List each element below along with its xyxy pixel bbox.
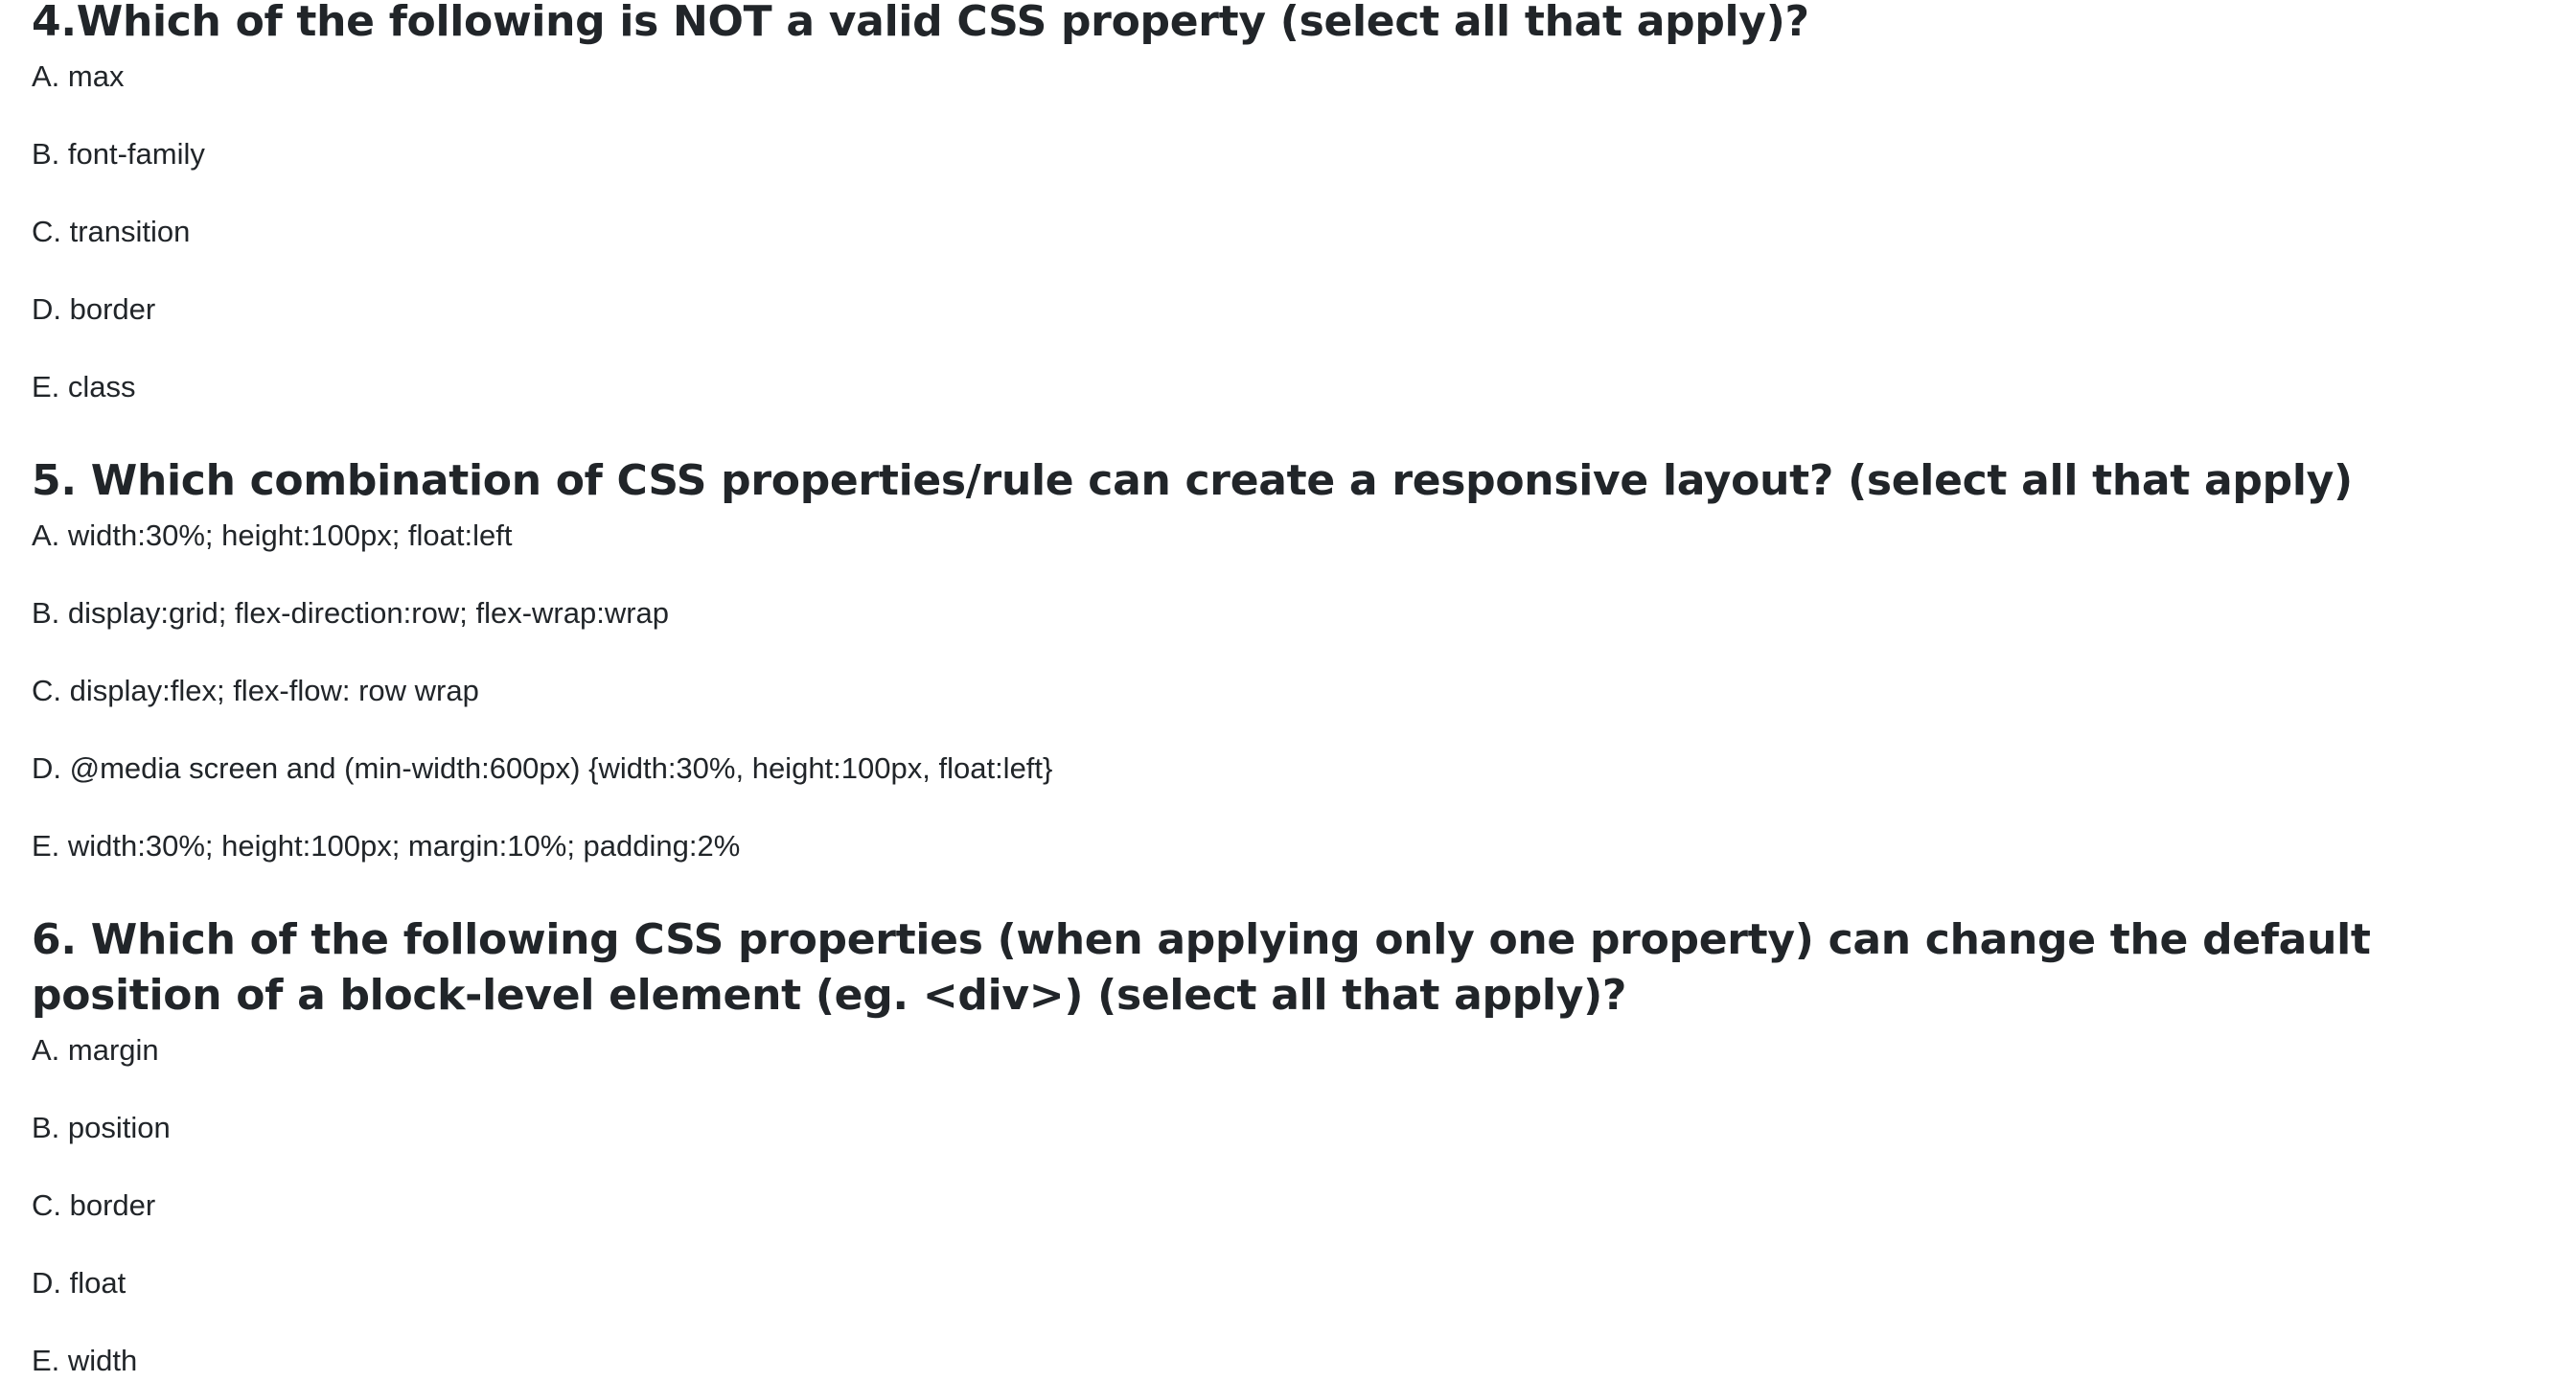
question-5: 5. Which combination of CSS properties/r… [32, 453, 2353, 907]
option-b: B. position [32, 1111, 171, 1144]
question-title: 4.Which of the following is NOT a valid … [32, 0, 1809, 46]
option-a: A. max [32, 59, 125, 93]
option-d: D. @media screen and (min-width:600px) {… [32, 751, 1053, 785]
option-a: A. margin [32, 1033, 159, 1067]
option-d: D. border [32, 292, 156, 326]
question-title: 6. Which of the following CSS properties… [32, 915, 2371, 1020]
option-list: A. width:30%; height:100px; float:left B… [32, 518, 2353, 864]
question-4: 4.Which of the following is NOT a valid … [32, 0, 1809, 448]
option-e: E. width [32, 1344, 138, 1377]
question-6: 6. Which of the following CSS properties… [32, 912, 2485, 1378]
option-list: A. max B. font-family C. transition D. b… [32, 59, 1809, 404]
option-e: E. class [32, 370, 136, 403]
option-b: B. display:grid; flex-direction:row; fle… [32, 596, 670, 630]
option-list: A. margin B. position C. border D. float… [32, 1033, 2485, 1378]
option-b: B. font-family [32, 137, 205, 171]
option-c: C. border [32, 1188, 156, 1222]
option-d: D. float [32, 1266, 126, 1300]
option-c: C. transition [32, 215, 191, 248]
option-a: A. width:30%; height:100px; float:left [32, 518, 513, 552]
option-e: E. width:30%; height:100px; margin:10%; … [32, 829, 741, 863]
question-title: 5. Which combination of CSS properties/r… [32, 456, 2353, 505]
option-c: C. display:flex; flex-flow: row wrap [32, 674, 479, 707]
